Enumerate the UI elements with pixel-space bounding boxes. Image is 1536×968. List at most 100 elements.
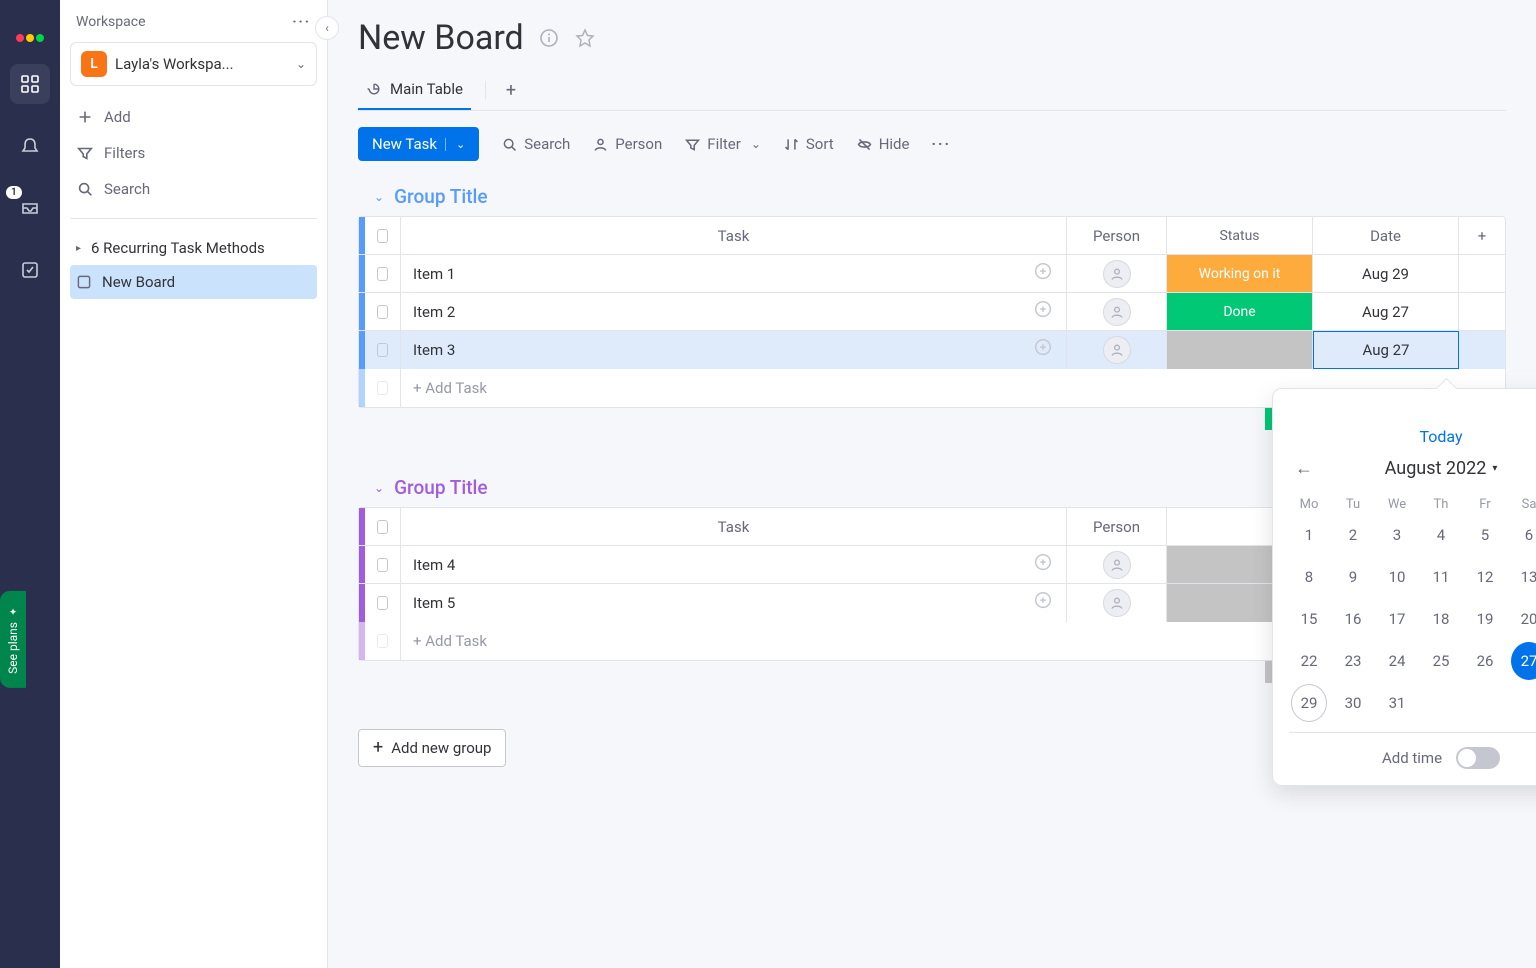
add-conversation-icon[interactable] bbox=[1032, 590, 1054, 616]
calendar-day[interactable]: 10 bbox=[1379, 558, 1415, 596]
task-name-cell[interactable]: Item 1 bbox=[401, 255, 1067, 292]
workspace-selector[interactable]: L Layla's Workspa... ⌄ bbox=[70, 42, 317, 86]
group-collapse-icon[interactable]: ⌄ bbox=[374, 481, 384, 495]
group-title[interactable]: Group Title bbox=[394, 476, 488, 499]
toolbar-search[interactable]: Search bbox=[501, 135, 570, 153]
calendar-day[interactable]: 30 bbox=[1335, 684, 1371, 722]
inbox-icon[interactable]: 1 bbox=[10, 188, 50, 228]
my-work-icon[interactable] bbox=[10, 250, 50, 290]
select-all-checkbox[interactable] bbox=[377, 229, 388, 243]
person-cell[interactable] bbox=[1067, 331, 1167, 369]
calendar-day[interactable]: 6 bbox=[1511, 516, 1536, 554]
col-task[interactable]: Task bbox=[401, 217, 1067, 254]
calendar-day[interactable]: 25 bbox=[1423, 642, 1459, 680]
calendar-day[interactable]: 19 bbox=[1467, 600, 1503, 638]
calendar-day[interactable]: 24 bbox=[1379, 642, 1415, 680]
calendar-day[interactable]: 5 bbox=[1467, 516, 1503, 554]
tree-item-recurring[interactable]: ▸ 6 Recurring Task Methods bbox=[70, 231, 317, 265]
date-picker-today[interactable]: Today bbox=[1289, 427, 1536, 446]
row-checkbox[interactable] bbox=[377, 343, 388, 357]
person-avatar-icon[interactable] bbox=[1103, 298, 1131, 326]
star-icon[interactable] bbox=[574, 27, 596, 49]
table-row[interactable]: Item 1 Working on itAug 29 bbox=[359, 255, 1505, 293]
status-cell[interactable] bbox=[1167, 331, 1313, 369]
calendar-day[interactable]: 8 bbox=[1291, 558, 1327, 596]
calendar-day[interactable]: 20 bbox=[1511, 600, 1536, 638]
date-cell[interactable]: Aug 27 bbox=[1313, 331, 1459, 369]
tab-main-table[interactable]: Main Table bbox=[358, 70, 471, 110]
prev-month-icon[interactable]: ← bbox=[1289, 454, 1319, 483]
calendar-day[interactable]: 29 bbox=[1291, 684, 1327, 722]
calendar-day[interactable]: 31 bbox=[1379, 684, 1415, 722]
add-column-button[interactable]: + bbox=[1459, 217, 1505, 254]
add-conversation-icon[interactable] bbox=[1032, 261, 1054, 287]
person-avatar-icon[interactable] bbox=[1103, 336, 1131, 364]
toolbar-person[interactable]: Person bbox=[592, 135, 662, 153]
row-checkbox[interactable] bbox=[377, 558, 388, 572]
notifications-icon[interactable] bbox=[10, 126, 50, 166]
board-title[interactable]: New Board bbox=[358, 18, 524, 58]
person-cell[interactable] bbox=[1067, 584, 1167, 622]
toolbar-sort[interactable]: Sort bbox=[783, 135, 834, 153]
add-conversation-icon[interactable] bbox=[1032, 337, 1054, 363]
col-task[interactable]: Task bbox=[401, 508, 1067, 545]
task-name-cell[interactable]: Item 5 bbox=[401, 584, 1067, 622]
add-view-button[interactable]: + bbox=[500, 80, 522, 101]
task-name-cell[interactable]: Item 4 bbox=[401, 546, 1067, 583]
date-cell[interactable]: Aug 27 bbox=[1313, 293, 1459, 330]
table-row[interactable]: Item 3 Aug 27 bbox=[359, 331, 1505, 369]
col-person[interactable]: Person bbox=[1067, 217, 1167, 254]
sidebar-search[interactable]: Search bbox=[70, 172, 317, 206]
new-task-button[interactable]: New Task ⌄ bbox=[358, 127, 479, 161]
status-cell[interactable]: Done bbox=[1167, 293, 1313, 330]
person-avatar-icon[interactable] bbox=[1103, 589, 1131, 617]
calendar-day[interactable]: 12 bbox=[1467, 558, 1503, 596]
chevron-down-icon[interactable]: ⌄ bbox=[445, 138, 465, 151]
add-conversation-icon[interactable] bbox=[1032, 552, 1054, 578]
workspace-more-icon[interactable]: ··· bbox=[292, 14, 311, 30]
calendar-day[interactable]: 4 bbox=[1423, 516, 1459, 554]
tree-item-new-board[interactable]: New Board bbox=[70, 265, 317, 299]
add-conversation-icon[interactable] bbox=[1032, 299, 1054, 325]
calendar-day[interactable]: 26 bbox=[1467, 642, 1503, 680]
calendar-day[interactable]: 27 bbox=[1511, 642, 1536, 680]
calendar-day[interactable]: 16 bbox=[1335, 600, 1371, 638]
calendar-day[interactable]: 15 bbox=[1291, 600, 1327, 638]
person-cell[interactable] bbox=[1067, 293, 1167, 330]
group-title[interactable]: Group Title bbox=[394, 185, 488, 208]
row-checkbox[interactable] bbox=[377, 267, 388, 281]
toolbar-more-icon[interactable]: ··· bbox=[931, 135, 951, 153]
calendar-day[interactable]: 11 bbox=[1423, 558, 1459, 596]
date-cell[interactable]: Aug 29 bbox=[1313, 255, 1459, 292]
person-avatar-icon[interactable] bbox=[1103, 260, 1131, 288]
info-icon[interactable] bbox=[538, 27, 560, 49]
toolbar-hide[interactable]: Hide bbox=[856, 135, 910, 153]
calendar-day[interactable]: 1 bbox=[1291, 516, 1327, 554]
col-date[interactable]: Date bbox=[1313, 217, 1459, 254]
calendar-day[interactable]: 17 bbox=[1379, 600, 1415, 638]
toolbar-filter[interactable]: Filter⌄ bbox=[684, 135, 761, 153]
col-status[interactable]: Status bbox=[1167, 217, 1313, 254]
calendar-day[interactable]: 18 bbox=[1423, 600, 1459, 638]
calendar-day[interactable]: 13 bbox=[1511, 558, 1536, 596]
see-plans-button[interactable]: See plans bbox=[0, 591, 26, 688]
col-person[interactable]: Person bbox=[1067, 508, 1167, 545]
task-name-cell[interactable]: Item 3 bbox=[401, 331, 1067, 369]
group-collapse-icon[interactable]: ⌄ bbox=[374, 190, 384, 204]
select-all-checkbox[interactable] bbox=[377, 520, 388, 534]
calendar-day[interactable]: 22 bbox=[1291, 642, 1327, 680]
table-row[interactable]: Item 2 DoneAug 27 bbox=[359, 293, 1505, 331]
row-checkbox[interactable] bbox=[377, 305, 388, 319]
sidebar-add[interactable]: Add bbox=[70, 100, 317, 134]
calendar-day[interactable]: 9 bbox=[1335, 558, 1371, 596]
calendar-day[interactable]: 23 bbox=[1335, 642, 1371, 680]
month-selector[interactable]: August 2022▾ bbox=[1385, 458, 1498, 479]
add-group-button[interactable]: + Add new group bbox=[358, 729, 506, 767]
person-cell[interactable] bbox=[1067, 546, 1167, 583]
sidebar-filters[interactable]: Filters bbox=[70, 136, 317, 170]
calendar-day[interactable]: 2 bbox=[1335, 516, 1371, 554]
calendar-day[interactable]: 3 bbox=[1379, 516, 1415, 554]
person-avatar-icon[interactable] bbox=[1103, 551, 1131, 579]
task-name-cell[interactable]: Item 2 bbox=[401, 293, 1067, 330]
status-cell[interactable]: Working on it bbox=[1167, 255, 1313, 292]
